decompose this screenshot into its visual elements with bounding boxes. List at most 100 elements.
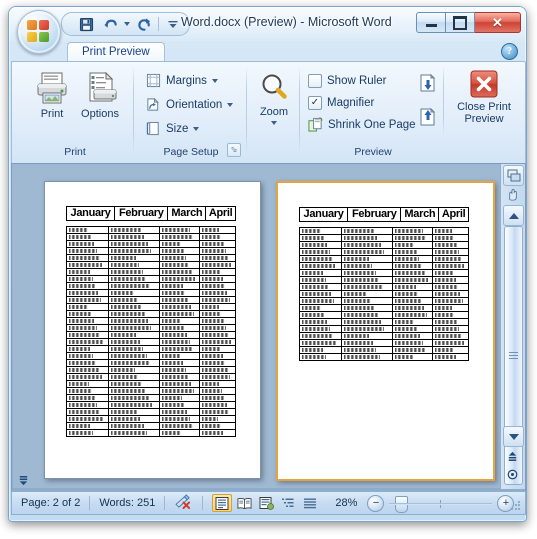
zoom-slider-track[interactable] bbox=[389, 495, 493, 513]
chevron-down-icon[interactable] bbox=[163, 15, 183, 34]
illegible-text bbox=[111, 361, 150, 365]
illegible-text bbox=[394, 285, 416, 289]
document-pane[interactable]: January February March April January Feb… bbox=[13, 165, 500, 488]
illegible-text bbox=[435, 292, 461, 296]
help-icon[interactable]: ? bbox=[501, 43, 518, 60]
margins-dropdown-icon[interactable] bbox=[211, 78, 218, 83]
hand-pan-icon[interactable] bbox=[503, 185, 522, 204]
table-cell bbox=[108, 331, 160, 339]
view-draft-button[interactable] bbox=[300, 494, 320, 512]
table-cell bbox=[432, 241, 469, 249]
previous-page-scroll-button[interactable] bbox=[503, 447, 522, 466]
table-row bbox=[298, 234, 469, 242]
ribbon-group-print-label: Print bbox=[64, 146, 86, 158]
group-separator-1 bbox=[133, 66, 134, 154]
show-ruler-checkbox-box[interactable] bbox=[308, 73, 322, 88]
tab-print-preview[interactable]: Print Preview bbox=[67, 42, 165, 62]
vertical-scrollbar[interactable] bbox=[500, 164, 525, 489]
page-indicator[interactable]: Page: 2 of 2 bbox=[12, 497, 89, 509]
word-count[interactable]: Words: 251 bbox=[90, 497, 164, 509]
illegible-text bbox=[344, 299, 371, 303]
select-browse-object-button[interactable] bbox=[503, 465, 522, 484]
view-print-layout-button[interactable] bbox=[212, 494, 233, 512]
page-2[interactable]: January February March April bbox=[276, 181, 495, 481]
size-button[interactable]: Size bbox=[143, 118, 202, 139]
close-button[interactable]: ✕ bbox=[475, 12, 521, 33]
next-page-scroll-button-2[interactable] bbox=[14, 471, 33, 490]
maximize-button[interactable] bbox=[446, 12, 475, 33]
table-cell bbox=[432, 255, 469, 263]
illegible-text bbox=[111, 270, 143, 274]
scroll-up-button[interactable] bbox=[503, 205, 524, 226]
previous-page-button[interactable] bbox=[413, 106, 443, 127]
orientation-button[interactable]: Orientation bbox=[143, 94, 236, 115]
page-setup-dialog-launcher[interactable]: ⬂ bbox=[227, 143, 241, 157]
zoom-slider-thumb[interactable] bbox=[395, 495, 409, 513]
show-ruler-checkbox[interactable]: Show Ruler bbox=[305, 70, 389, 91]
table-cell bbox=[298, 332, 343, 340]
table-row bbox=[298, 283, 469, 291]
margins-button[interactable]: Margins bbox=[143, 70, 221, 91]
illegible-text bbox=[202, 368, 228, 372]
minimize-button[interactable] bbox=[416, 12, 446, 33]
save-icon[interactable] bbox=[76, 15, 96, 34]
view-full-screen-reading-button[interactable] bbox=[234, 494, 254, 512]
table-cell bbox=[199, 303, 236, 311]
table-cell bbox=[341, 276, 393, 284]
illegible-text bbox=[69, 319, 95, 323]
table-header-row: January February March April bbox=[65, 206, 236, 221]
zoom-slider[interactable]: − + bbox=[367, 494, 515, 513]
undo-dropdown-icon[interactable] bbox=[124, 22, 130, 26]
page-1[interactable]: January February March April bbox=[44, 181, 261, 479]
zoom-dropdown-icon[interactable] bbox=[271, 121, 277, 125]
table-cell bbox=[432, 353, 469, 361]
zoom-out-button[interactable]: − bbox=[367, 494, 385, 512]
illegible-text bbox=[161, 249, 184, 253]
illegible-text bbox=[344, 264, 373, 268]
magnifier-checkbox[interactable]: ✓ Magnifier bbox=[305, 92, 377, 113]
print-button[interactable]: Print bbox=[26, 70, 78, 120]
table-cell bbox=[341, 311, 393, 319]
table-row bbox=[65, 345, 236, 353]
scroll-down-button[interactable] bbox=[503, 426, 524, 447]
zoom-button[interactable]: Zoom bbox=[248, 70, 300, 125]
options-button[interactable]: Options bbox=[74, 70, 126, 120]
table-cell bbox=[298, 353, 343, 361]
page-2-table: January February March April bbox=[298, 207, 469, 222]
view-outline-button[interactable] bbox=[278, 494, 298, 512]
view-web-layout-button[interactable] bbox=[256, 494, 276, 512]
split-window-icon[interactable] bbox=[503, 165, 524, 186]
illegible-text bbox=[394, 264, 423, 268]
illegible-text bbox=[69, 263, 103, 267]
table-cell bbox=[158, 338, 201, 346]
table-cell bbox=[158, 401, 201, 409]
redo-icon[interactable] bbox=[134, 15, 154, 34]
resize-grip-icon[interactable] bbox=[510, 500, 522, 512]
next-page-button[interactable] bbox=[413, 72, 443, 93]
draft-icon bbox=[304, 498, 317, 508]
table-cell bbox=[391, 227, 434, 235]
proofing-status-button[interactable] bbox=[165, 494, 202, 512]
table-cell bbox=[391, 290, 434, 298]
table-cell bbox=[199, 254, 236, 262]
illegible-text bbox=[69, 424, 91, 428]
table-row bbox=[298, 332, 469, 340]
illegible-text bbox=[69, 312, 92, 316]
zoom-button-label: Zoom bbox=[259, 106, 289, 118]
undo-icon[interactable] bbox=[100, 15, 120, 34]
table-row bbox=[65, 254, 236, 262]
close-print-preview-button[interactable]: Close Print Preview bbox=[453, 69, 515, 125]
size-dropdown-icon[interactable] bbox=[193, 126, 200, 131]
shrink-one-page-button[interactable]: Shrink One Page bbox=[305, 114, 419, 135]
orientation-dropdown-icon[interactable] bbox=[227, 102, 234, 107]
table-cell bbox=[108, 275, 160, 283]
title-bar: Word.docx (Preview) - Microsoft Word ✕ bbox=[9, 7, 526, 54]
table-cell bbox=[65, 247, 110, 255]
office-button[interactable] bbox=[17, 10, 61, 54]
illegible-text bbox=[344, 236, 378, 240]
zoom-level[interactable]: 28% bbox=[331, 497, 361, 509]
shrink-one-page-icon bbox=[308, 117, 323, 132]
illegible-text bbox=[394, 327, 418, 331]
magnifier-checkbox-box[interactable]: ✓ bbox=[308, 95, 322, 110]
table-row bbox=[65, 338, 236, 346]
